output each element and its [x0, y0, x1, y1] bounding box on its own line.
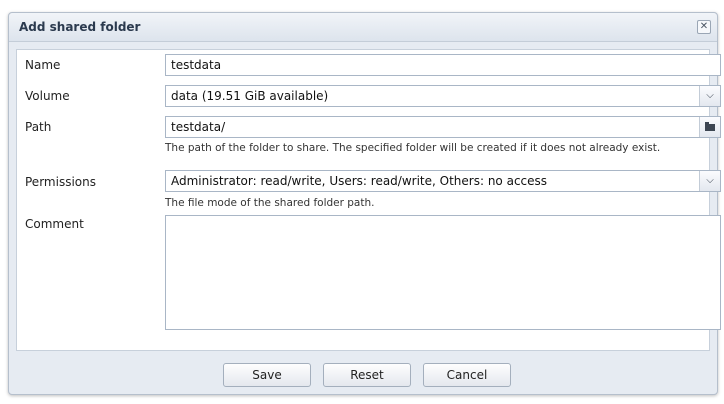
path-help-text: The path of the folder to share. The spe… — [165, 142, 661, 154]
close-icon: ✕ — [699, 21, 709, 32]
reset-button[interactable]: Reset — [323, 363, 411, 387]
chevron-down-icon[interactable]: ⌵ — [699, 171, 720, 191]
dialog-title: Add shared folder — [19, 20, 141, 34]
save-button[interactable]: Save — [223, 363, 311, 387]
path-label: Path — [25, 120, 52, 134]
chevron-down-icon[interactable]: ⌵ — [699, 86, 720, 106]
add-shared-folder-dialog: Add shared folder ✕ Name testdata Volume… — [8, 12, 721, 395]
permissions-help-text: The file mode of the shared folder path. — [165, 197, 375, 209]
cancel-button[interactable]: Cancel — [423, 363, 511, 387]
dialog-titlebar: Add shared folder ✕ — [9, 13, 717, 42]
folder-browse-icon[interactable] — [699, 117, 720, 137]
permissions-value: Administrator: read/write, Users: read/w… — [171, 174, 548, 188]
close-button[interactable]: ✕ — [697, 20, 711, 34]
permissions-label: Permissions — [25, 175, 96, 189]
path-value: testdata/ — [171, 120, 226, 134]
path-input[interactable]: testdata/ — [165, 116, 721, 138]
volume-label: Volume — [25, 89, 70, 103]
permissions-select[interactable]: Administrator: read/write, Users: read/w… — [165, 170, 721, 192]
volume-select[interactable]: data (19.51 GiB available) ⌵ — [165, 85, 721, 107]
comment-textarea[interactable] — [165, 215, 721, 330]
volume-value: data (19.51 GiB available) — [171, 89, 329, 103]
name-input[interactable]: testdata — [165, 54, 721, 76]
form-panel: Name testdata Volume data (19.51 GiB ava… — [16, 49, 721, 351]
comment-label: Comment — [25, 217, 84, 231]
name-label: Name — [25, 58, 61, 72]
